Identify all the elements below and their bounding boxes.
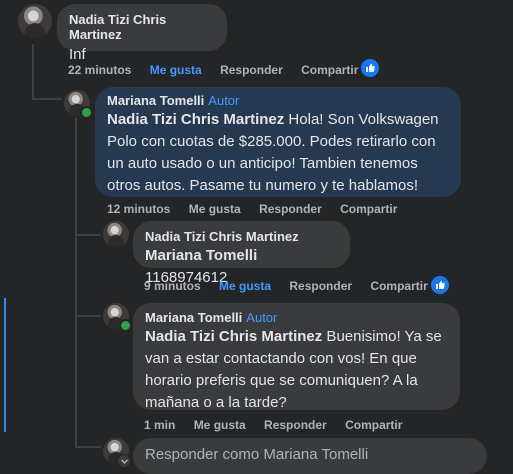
comment-text: Nadia Tizi Chris Martinez Buenisimo! Ya … <box>145 328 442 411</box>
like-button[interactable]: Me gusta <box>194 418 246 432</box>
comment-bubble: Nadia Tizi Chris Martinez Inf <box>57 4 227 63</box>
author-badge: Autor <box>246 310 278 325</box>
reply-input-placeholder: Responder como Mariana Tomelli <box>145 446 369 463</box>
comment-bubble: Nadia Tizi Chris Martinez Mariana Tomell… <box>133 221 350 286</box>
avatar[interactable] <box>103 221 129 247</box>
comment-bubble: Mariana Tomelli Autor Nadia Tizi Chris Ma… <box>133 303 460 411</box>
like-reaction-icon[interactable] <box>431 276 449 294</box>
thread-line <box>32 98 62 100</box>
comment-time[interactable]: 12 minutos <box>107 202 170 216</box>
thread-line <box>32 44 34 100</box>
like-reaction-icon[interactable] <box>361 59 379 77</box>
comment-bubble: Mariana Tomelli Autor Nadia Tizi Chris Ma… <box>95 87 461 197</box>
reply-button[interactable]: Responder <box>264 418 327 432</box>
thread-line <box>75 118 77 446</box>
like-button[interactable]: Me gusta <box>150 63 202 77</box>
thread-line <box>75 446 101 448</box>
like-button[interactable]: Me gusta <box>219 279 271 293</box>
online-status-icon <box>80 106 93 119</box>
share-button[interactable]: Compartir <box>345 418 402 432</box>
mention-link[interactable]: Nadia Tizi Chris Martinez <box>145 328 322 345</box>
comment-actions: 9 minutos Me gusta Responder Compartir <box>144 279 443 293</box>
reply-button[interactable]: Responder <box>259 202 322 216</box>
comment-actions: 12 minutos Me gusta Responder Compartir <box>107 202 412 216</box>
reply-button[interactable]: Responder <box>289 279 352 293</box>
comment-time[interactable]: 1 min <box>144 418 175 432</box>
reply-input[interactable]: Responder como Mariana Tomelli <box>133 438 487 474</box>
thread-line <box>75 315 101 317</box>
online-status-icon <box>119 319 132 332</box>
comment-author[interactable]: Mariana Tomelli <box>145 310 242 325</box>
comment-author[interactable]: Nadia Tizi Chris Martinez <box>69 12 215 42</box>
share-button[interactable]: Compartir <box>301 63 358 77</box>
comment-text: Nadia Tizi Chris Martinez Hola! Son Volk… <box>107 111 439 194</box>
comment-time[interactable]: 9 minutos <box>144 279 201 293</box>
comment-actions: 1 min Me gusta Responder Compartir <box>144 418 417 432</box>
comment-time[interactable]: 22 minutos <box>68 63 131 77</box>
mention-link[interactable]: Mariana Tomelli <box>145 247 257 264</box>
chevron-down-icon[interactable] <box>117 454 131 468</box>
mention-link[interactable]: Nadia Tizi Chris Martinez <box>107 111 284 128</box>
like-button[interactable]: Me gusta <box>189 202 241 216</box>
active-thread-indicator <box>4 298 6 432</box>
comment-actions: 22 minutos Me gusta Responder Compartir <box>68 63 373 77</box>
thread-line <box>75 234 101 236</box>
reply-button[interactable]: Responder <box>220 63 283 77</box>
author-badge: Autor <box>208 93 240 108</box>
share-button[interactable]: Compartir <box>340 202 397 216</box>
share-button[interactable]: Compartir <box>370 279 427 293</box>
avatar[interactable] <box>18 4 52 38</box>
comment-author[interactable]: Nadia Tizi Chris Martinez <box>145 229 338 244</box>
comment-author[interactable]: Mariana Tomelli <box>107 93 204 108</box>
